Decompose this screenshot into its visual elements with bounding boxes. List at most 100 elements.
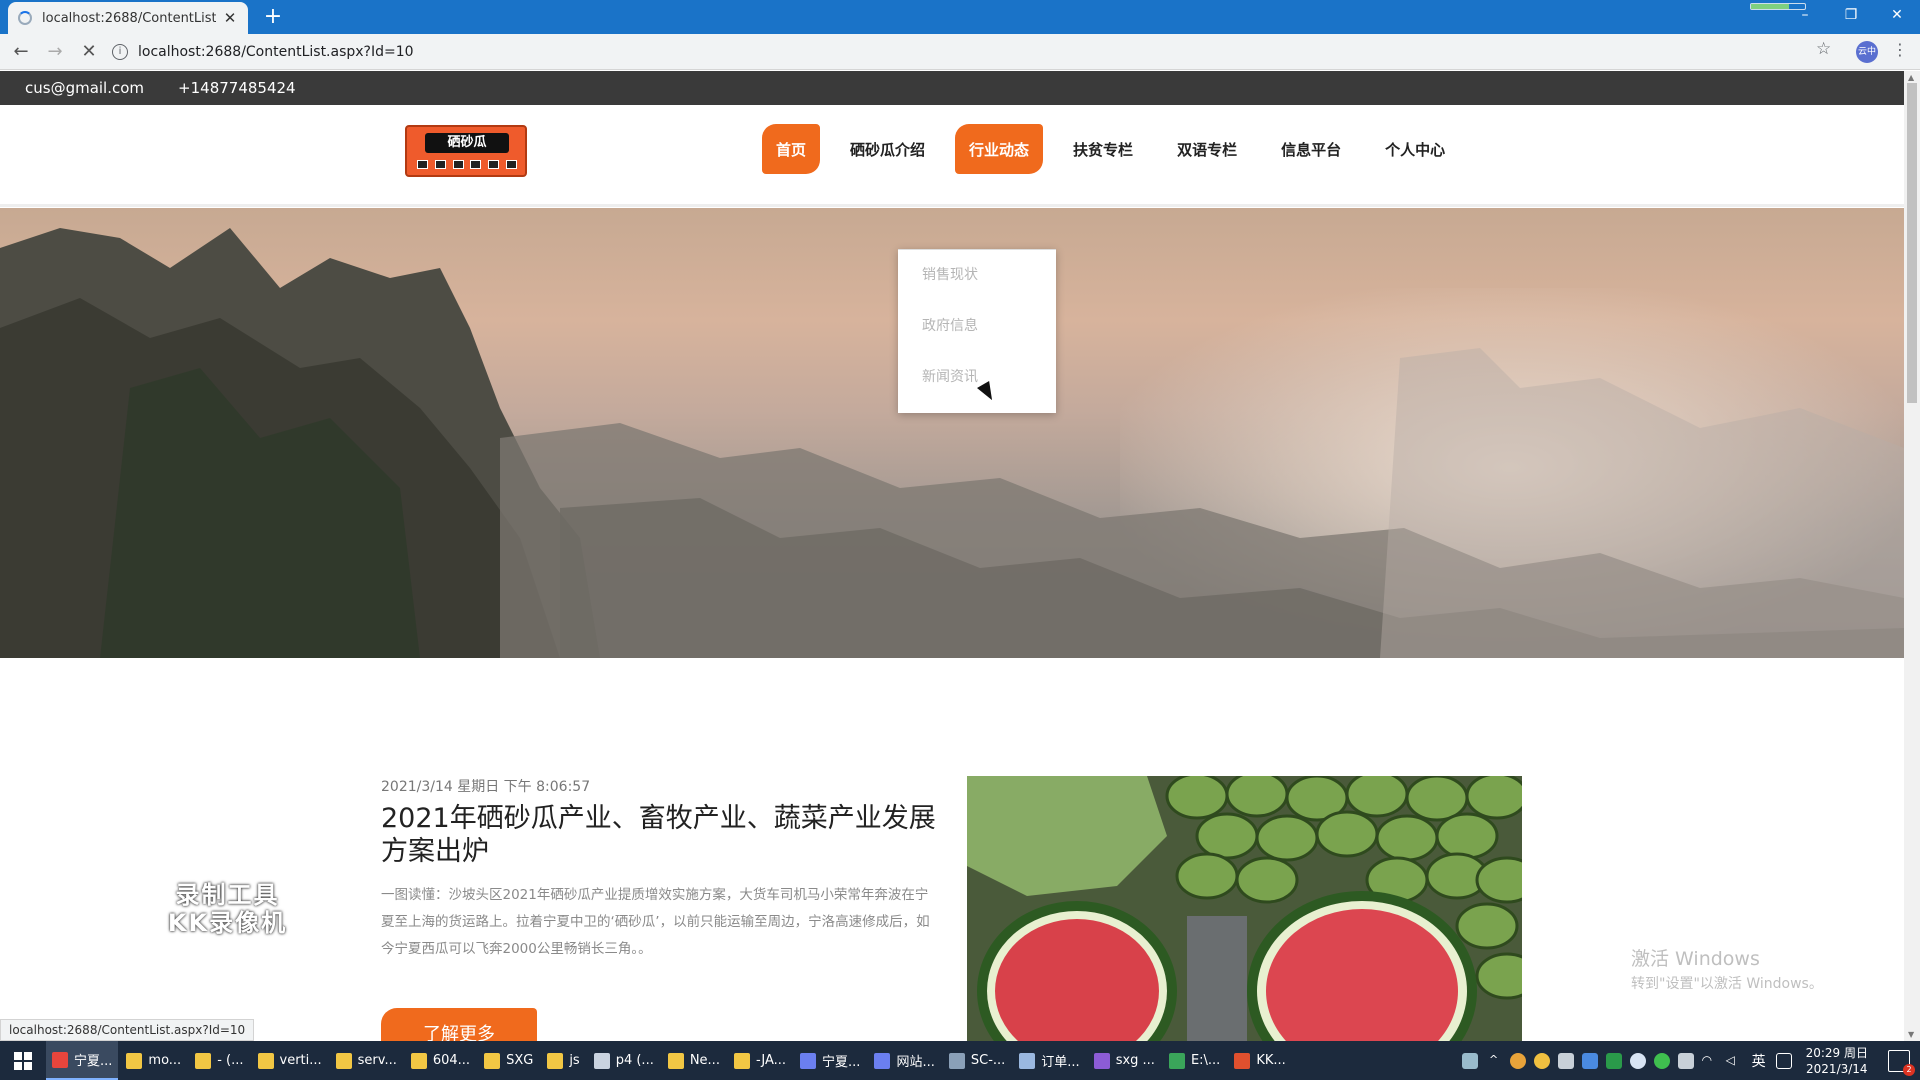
- contact-phone: +14877485424: [178, 79, 296, 97]
- windows-start-icon[interactable]: [0, 1041, 46, 1080]
- app-tray-icon[interactable]: [1581, 1052, 1598, 1069]
- nav-item-personal-center[interactable]: 个人中心: [1371, 124, 1459, 174]
- scrollbar-thumb[interactable]: [1907, 83, 1917, 403]
- web-page: cus@gmail.com +14877485424 硒砂瓜 首页 硒砂瓜介绍 …: [0, 71, 1904, 1041]
- browser-tab[interactable]: localhost:2688/ContentList.asp ✕: [8, 2, 248, 34]
- new-tab-button[interactable]: +: [260, 4, 286, 30]
- app-tray-icon[interactable]: [1629, 1052, 1646, 1069]
- dropdown-item-news[interactable]: 新闻资讯: [898, 352, 1056, 403]
- profile-avatar[interactable]: 云中: [1856, 41, 1878, 63]
- close-window-icon[interactable]: ✕: [1874, 0, 1920, 30]
- browser-menu-icon[interactable]: ⋮: [1892, 40, 1908, 59]
- app-tray-icon[interactable]: [1509, 1052, 1526, 1069]
- app-icon: [1168, 1052, 1185, 1069]
- app-tray-icon[interactable]: [1677, 1052, 1694, 1069]
- app-icon: [484, 1052, 501, 1069]
- recorder-watermark: 录制工具 KK录像机: [167, 881, 288, 937]
- app-icon: [335, 1052, 352, 1069]
- site-info-icon[interactable]: i: [112, 44, 128, 60]
- taskbar-apps: 宁夏... mo... - (... verti... serv... 604... SXG…: [46, 1041, 1294, 1080]
- keyboard-icon[interactable]: [1775, 1052, 1792, 1069]
- windows-taskbar: 宁夏... mo... - (... verti... serv... 604... SXG…: [0, 1041, 1920, 1080]
- taskbar-app[interactable]: p4 (...: [588, 1041, 660, 1080]
- taskbar-app[interactable]: serv...: [330, 1041, 403, 1080]
- app-icon: [800, 1052, 817, 1069]
- app-icon: [667, 1052, 684, 1069]
- app-icon: [410, 1052, 427, 1069]
- taskbar-app[interactable]: E:\...: [1163, 1041, 1226, 1080]
- dropdown-item-government-info[interactable]: 政府信息: [898, 301, 1056, 352]
- taskbar-app[interactable]: SC-...: [943, 1041, 1011, 1080]
- nav-item-industry-news[interactable]: 行业动态: [955, 124, 1044, 174]
- address-bar-url[interactable]: localhost:2688/ContentList.aspx?Id=10: [138, 44, 414, 60]
- nav-item-intro[interactable]: 硒砂瓜介绍: [836, 124, 939, 174]
- taskbar-app[interactable]: SXG: [478, 1041, 539, 1080]
- app-icon: [874, 1052, 891, 1069]
- bookmark-star-icon[interactable]: ☆: [1816, 39, 1831, 59]
- app-icon: [126, 1052, 143, 1069]
- browser-toolbar: ← → ✕ i localhost:2688/ContentList.aspx?…: [0, 34, 1920, 70]
- window-controls: – ❐ ✕: [1782, 0, 1920, 30]
- app-icon: [593, 1052, 610, 1069]
- wechat-icon[interactable]: [1653, 1052, 1670, 1069]
- taskbar-app[interactable]: -JA...: [728, 1041, 792, 1080]
- nav-item-poverty-relief[interactable]: 扶贫专栏: [1059, 124, 1147, 174]
- forward-icon[interactable]: →: [42, 39, 68, 65]
- taskbar-app[interactable]: 网站...: [868, 1041, 940, 1080]
- dropdown-item-sales-status[interactable]: 销售现状: [898, 250, 1056, 301]
- notification-center-icon[interactable]: 2: [1888, 1049, 1915, 1076]
- app-icon: [52, 1051, 68, 1068]
- app-tray-icon[interactable]: [1533, 1052, 1550, 1069]
- site-header: 硒砂瓜 首页 硒砂瓜介绍 行业动态 扶贫专栏 双语专栏 信息平台 个人中心: [0, 105, 1904, 207]
- article-title[interactable]: 2021年硒砂瓜产业、畜牧产业、蔬菜产业发展方案出炉: [381, 802, 936, 868]
- learn-more-button[interactable]: 了解更多: [381, 1008, 537, 1041]
- system-tray: ^ ◠ ◁ 英 20:29 周日 2021/3/14 2: [1458, 1041, 1920, 1080]
- taskbar-app[interactable]: js: [541, 1041, 585, 1080]
- scroll-up-icon[interactable]: ▲: [1908, 73, 1914, 82]
- taskbar-app[interactable]: KK...: [1228, 1041, 1291, 1080]
- system-clock[interactable]: 20:29 周日 2021/3/14: [1806, 1045, 1868, 1077]
- nav-item-info-platform[interactable]: 信息平台: [1267, 124, 1355, 174]
- taskbar-app[interactable]: - (...: [189, 1041, 249, 1080]
- article-description: 一图读懂：沙坡头区2021年硒砂瓜产业提质增效实施方案，大货车司机马小荣常年奔波…: [381, 887, 930, 957]
- scroll-down-icon[interactable]: ▼: [1908, 1030, 1914, 1039]
- close-tab-icon[interactable]: ✕: [222, 9, 238, 27]
- loading-spinner-icon: [18, 11, 32, 25]
- browser-titlebar: localhost:2688/ContentList.asp ✕ + – ❐ ✕: [0, 0, 1920, 34]
- watermelon-image: [967, 776, 1522, 1041]
- page-scrollbar[interactable]: ▲ ▼: [1904, 71, 1920, 1041]
- tray-expand-icon[interactable]: ^: [1486, 1053, 1502, 1069]
- taskbar-app[interactable]: mo...: [120, 1041, 187, 1080]
- app-icon: [257, 1052, 274, 1069]
- app-icon: [1093, 1052, 1110, 1069]
- back-icon[interactable]: ←: [8, 39, 34, 65]
- contact-email: cus@gmail.com: [25, 79, 145, 97]
- stop-loading-icon[interactable]: ✕: [76, 39, 102, 65]
- wifi-icon[interactable]: ◠: [1702, 1053, 1718, 1069]
- input-method-indicator[interactable]: 英: [1752, 1051, 1766, 1071]
- nav-item-bilingual[interactable]: 双语专栏: [1163, 124, 1251, 174]
- battery-icon[interactable]: [1461, 1052, 1478, 1069]
- minimize-icon[interactable]: –: [1782, 0, 1828, 30]
- main-nav: 首页 硒砂瓜介绍 行业动态 扶贫专栏 双语专栏 信息平台 个人中心: [762, 124, 1475, 174]
- tab-title: localhost:2688/ContentList.asp: [42, 10, 216, 26]
- taskbar-app[interactable]: 604...: [405, 1041, 476, 1080]
- app-icon: [733, 1052, 750, 1069]
- taskbar-app[interactable]: 订单...: [1013, 1041, 1085, 1080]
- taskbar-app[interactable]: 宁夏...: [794, 1041, 866, 1080]
- app-icon: [1234, 1052, 1251, 1069]
- site-logo[interactable]: 硒砂瓜: [405, 125, 527, 177]
- nav-item-home[interactable]: 首页: [762, 124, 821, 174]
- address-bar[interactable]: i localhost:2688/ContentList.aspx?Id=10: [112, 39, 1832, 65]
- volume-icon[interactable]: ◁: [1726, 1053, 1742, 1069]
- app-tray-icon[interactable]: [1557, 1052, 1574, 1069]
- article-date: 2021/3/14 星期日 下午 8:06:57: [381, 779, 591, 795]
- taskbar-app[interactable]: Ne...: [662, 1041, 726, 1080]
- restore-icon[interactable]: ❐: [1828, 0, 1874, 30]
- link-status-bar: localhost:2688/ContentList.aspx?Id=10: [0, 1019, 255, 1041]
- news-article: 2021/3/14 星期日 下午 8:06:57 2021年硒砂瓜产业、畜牧产业…: [381, 776, 936, 1041]
- app-tray-icon[interactable]: [1605, 1052, 1622, 1069]
- taskbar-app[interactable]: verti...: [252, 1041, 328, 1080]
- taskbar-app[interactable]: 宁夏...: [46, 1041, 119, 1080]
- taskbar-app[interactable]: sxg ...: [1088, 1041, 1161, 1080]
